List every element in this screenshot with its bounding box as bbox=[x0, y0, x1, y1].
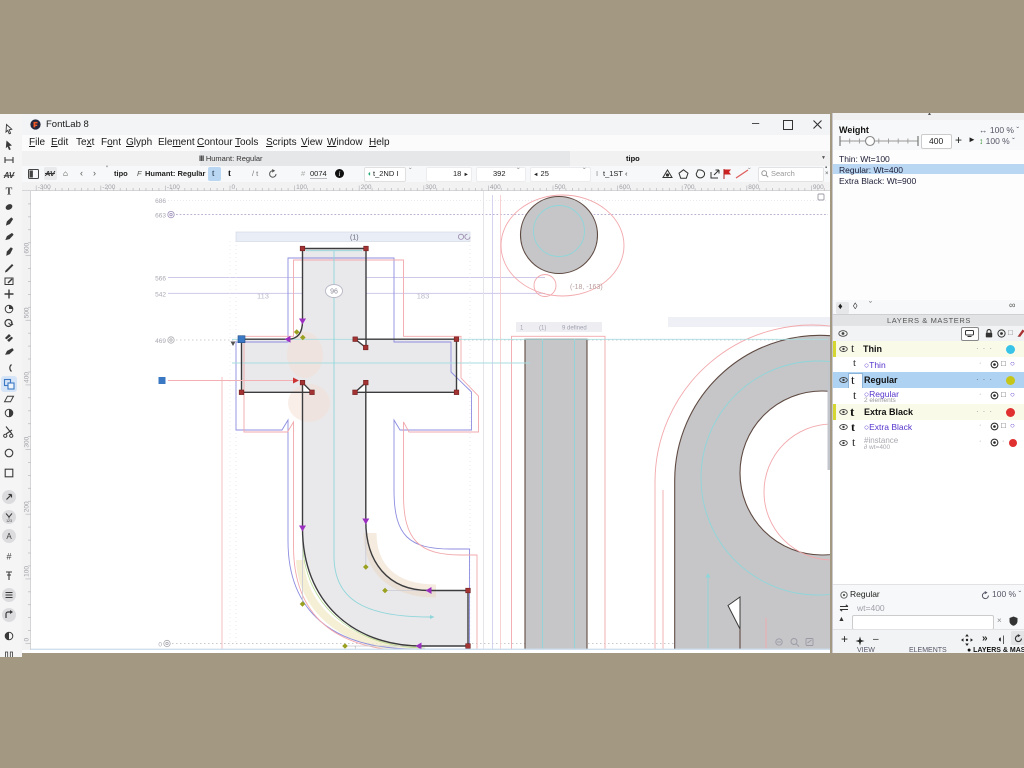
svg-text:300: 300 bbox=[425, 184, 436, 191]
svg-text:400: 400 bbox=[490, 184, 501, 191]
svg-text:-300: -300 bbox=[38, 184, 51, 191]
svg-text:(1): (1) bbox=[350, 235, 359, 242]
svg-text:AV: AV bbox=[3, 171, 15, 180]
svg-text:9 defined: 9 defined bbox=[562, 326, 587, 332]
svg-text:300: 300 bbox=[24, 436, 31, 447]
svg-text:(-18, -163): (-18, -163) bbox=[570, 284, 603, 291]
svg-text:-200: -200 bbox=[102, 184, 115, 191]
svg-text:100: 100 bbox=[296, 184, 307, 191]
svg-text:600: 600 bbox=[24, 242, 31, 253]
svg-text:A: A bbox=[6, 532, 12, 541]
svg-text:800: 800 bbox=[748, 184, 759, 191]
svg-text:0: 0 bbox=[158, 642, 162, 649]
svg-text:T: T bbox=[6, 187, 13, 198]
svg-text:500: 500 bbox=[555, 184, 566, 191]
svg-text:500: 500 bbox=[24, 307, 31, 318]
svg-text:113: 113 bbox=[257, 292, 269, 301]
svg-text:183: 183 bbox=[417, 292, 430, 301]
svg-text:400: 400 bbox=[24, 372, 31, 383]
svg-text:542: 542 bbox=[155, 291, 166, 298]
svg-text:0: 0 bbox=[24, 638, 31, 642]
svg-text:900: 900 bbox=[813, 184, 824, 191]
svg-text:566: 566 bbox=[155, 276, 166, 283]
svg-text:700: 700 bbox=[684, 184, 695, 191]
svg-text:#: # bbox=[6, 552, 11, 562]
svg-text:123: 123 bbox=[6, 519, 12, 523]
svg-text:96: 96 bbox=[330, 289, 338, 296]
svg-text:469: 469 bbox=[155, 338, 166, 345]
svg-text:200: 200 bbox=[24, 501, 31, 512]
svg-text:686: 686 bbox=[155, 198, 166, 205]
svg-text:(1): (1) bbox=[539, 326, 546, 332]
svg-text:-100: -100 bbox=[167, 184, 180, 191]
svg-text:663: 663 bbox=[155, 213, 166, 220]
svg-text:600: 600 bbox=[619, 184, 630, 191]
svg-text:0: 0 bbox=[232, 184, 236, 191]
svg-text:100: 100 bbox=[24, 566, 31, 577]
svg-text:200: 200 bbox=[361, 184, 372, 191]
